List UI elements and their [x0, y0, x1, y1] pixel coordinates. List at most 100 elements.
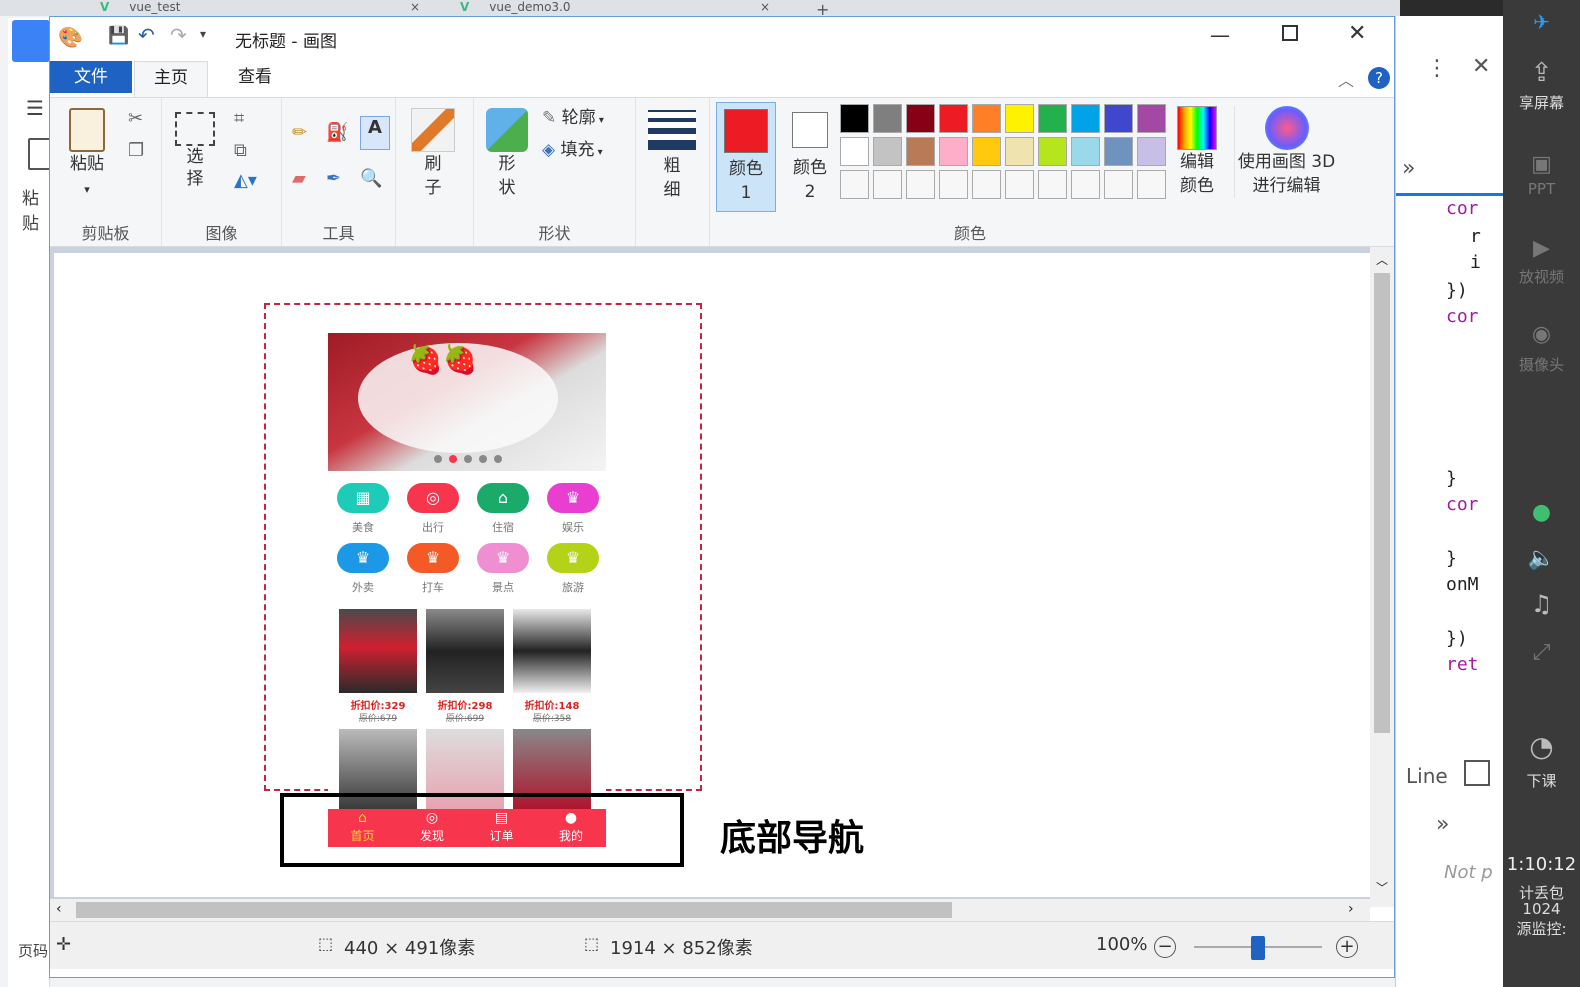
eraser-icon[interactable]: ▰ — [292, 168, 306, 189]
hamburger-icon[interactable]: ☰ — [26, 96, 44, 120]
close-tab-icon[interactable]: × — [410, 0, 420, 14]
paste-button[interactable]: 粘贴 ▾ — [62, 108, 112, 202]
category-icon[interactable]: ◎ — [407, 483, 459, 513]
edit-colors-button[interactable]: 编辑颜色 — [1172, 106, 1222, 198]
ppt-icon[interactable]: ▣ — [1503, 152, 1580, 177]
zoom-in-icon[interactable]: + — [1336, 936, 1358, 958]
palette-swatch[interactable] — [873, 104, 902, 133]
minimize-icon[interactable]: — — [1210, 23, 1230, 47]
rotate-icon[interactable]: ◭▾ — [234, 170, 257, 191]
category-icon[interactable]: ♛ — [477, 543, 529, 573]
browser-tab[interactable]: Vvue_demo3.0 × — [440, 0, 790, 16]
palette-swatch[interactable] — [906, 137, 935, 166]
palette-swatch[interactable] — [1137, 104, 1166, 133]
color2-button[interactable]: 颜色 2 — [782, 102, 838, 212]
scroll-thumb[interactable] — [76, 902, 952, 918]
group-size[interactable]: 粗细 — [636, 98, 710, 246]
product-photo[interactable] — [426, 609, 504, 693]
pencil-icon[interactable]: ✏ — [292, 122, 307, 143]
group-brushes[interactable]: 刷子 — [396, 98, 474, 246]
palette-swatch[interactable] — [1071, 170, 1100, 199]
camera-icon[interactable]: ◉ — [1503, 322, 1580, 347]
collapse-ribbon-icon[interactable]: ︿ — [1338, 67, 1354, 91]
palette-swatch[interactable] — [972, 170, 1001, 199]
palette-swatch[interactable] — [1137, 137, 1166, 166]
palette-swatch[interactable] — [873, 170, 902, 199]
outline-button[interactable]: ✎ 轮廓 ▾ — [542, 106, 632, 133]
palette-swatch[interactable] — [1104, 104, 1133, 133]
fullscreen-icon[interactable]: ⤢ — [1503, 640, 1580, 665]
brushes-button[interactable]: 刷子 — [408, 108, 458, 200]
palette-swatch[interactable] — [1038, 170, 1067, 199]
zoom-out-icon[interactable]: − — [1154, 936, 1176, 958]
palette-swatch[interactable] — [939, 137, 968, 166]
palette-swatch[interactable] — [1104, 170, 1133, 199]
text-tool-icon[interactable]: A — [360, 116, 390, 150]
palette-swatch[interactable] — [1137, 170, 1166, 199]
category-icon[interactable]: ⌂ — [477, 483, 529, 513]
palette-swatch[interactable] — [873, 137, 902, 166]
palette-swatch[interactable] — [1005, 170, 1034, 199]
palette-swatch[interactable] — [906, 170, 935, 199]
leave-class-icon[interactable]: ◔ — [1503, 730, 1580, 763]
scroll-left-icon[interactable]: ‹ — [56, 901, 62, 917]
product-photo[interactable] — [513, 609, 591, 693]
tab-file[interactable]: 文件 — [50, 61, 132, 93]
palette-swatch[interactable] — [840, 170, 869, 199]
help-icon[interactable]: ? — [1368, 67, 1390, 89]
select-button[interactable]: 选择 — [170, 112, 220, 190]
category-icon[interactable]: ♛ — [337, 543, 389, 573]
palette-swatch[interactable] — [840, 137, 869, 166]
crop-icon[interactable]: ⌗ — [234, 108, 244, 129]
close-icon[interactable]: ✕ — [1348, 21, 1366, 46]
palette-swatch[interactable] — [939, 170, 968, 199]
magnifier-icon[interactable]: 🔍 — [360, 168, 382, 189]
scroll-right-icon[interactable]: › — [1348, 901, 1354, 917]
palette-swatch[interactable] — [1005, 104, 1034, 133]
new-tab-icon[interactable]: + — [816, 0, 846, 16]
palette-swatch[interactable] — [1071, 137, 1100, 166]
product-photo[interactable] — [339, 609, 417, 693]
category-icon[interactable]: ♛ — [407, 543, 459, 573]
maximize-icon[interactable] — [1282, 25, 1298, 41]
palette-swatch[interactable] — [906, 104, 935, 133]
palette-swatch[interactable] — [972, 137, 1001, 166]
category-icon[interactable]: ♛ — [547, 483, 599, 513]
more-tabs-icon[interactable]: » — [1396, 156, 1505, 196]
undo-icon[interactable]: ↶ — [138, 23, 155, 47]
dropdown-icon[interactable] — [1464, 760, 1490, 786]
palette-swatch[interactable] — [840, 104, 869, 133]
category-icon[interactable]: ♛ — [547, 543, 599, 573]
speaker-icon[interactable]: 🔈 — [1503, 546, 1580, 571]
palette-swatch[interactable] — [1038, 137, 1067, 166]
palette-swatch[interactable] — [1104, 137, 1133, 166]
microphone-icon[interactable]: ● — [1503, 500, 1580, 525]
vertical-scrollbar[interactable]: ︿ ﹀ — [1370, 247, 1394, 907]
scroll-up-icon[interactable]: ︿ — [1376, 251, 1388, 268]
cut-icon[interactable]: ✂ — [128, 108, 143, 129]
pin-icon[interactable]: ✈ — [1503, 10, 1580, 34]
horizontal-scrollbar[interactable]: ‹ › — [50, 899, 1370, 921]
more-tabs-icon[interactable]: » — [1436, 812, 1449, 837]
size-button[interactable]: 粗细 — [646, 110, 698, 202]
music-icon[interactable]: ♫ — [1503, 590, 1580, 618]
drawing-canvas[interactable]: 🍓🍓 ▦ 美食 ◎ 出行 ⌂ 住宿 ♛ 娱乐 ♛ 外卖 ♛ 打车 ♛ 景点 ♛ 旅游 折扣价:329 原价:67… — [54, 253, 1370, 897]
scroll-down-icon[interactable]: ﹀ — [1376, 879, 1388, 896]
zoom-slider-thumb[interactable] — [1251, 936, 1265, 960]
copy-icon[interactable]: ❐ — [128, 140, 144, 161]
palette-swatch[interactable] — [1038, 104, 1067, 133]
palette-swatch[interactable] — [972, 104, 1001, 133]
share-screen-icon[interactable]: ⇪ — [1503, 58, 1580, 88]
fill-bucket-icon[interactable]: ⛽ — [326, 122, 348, 143]
save-icon[interactable]: 💾 — [108, 26, 129, 46]
customize-qat-icon[interactable]: ▾ — [200, 27, 206, 41]
redo-icon[interactable]: ↷ — [170, 23, 187, 47]
category-icon[interactable]: ▦ — [337, 483, 389, 513]
close-icon[interactable]: ✕ — [1472, 54, 1490, 79]
palette-swatch[interactable] — [939, 104, 968, 133]
browser-tab[interactable]: Vvue_test × — [80, 0, 440, 16]
color-picker-icon[interactable]: ✒ — [326, 168, 341, 189]
shapes-button[interactable]: 形状 — [484, 108, 530, 200]
fill-button[interactable]: ◈ 填充 ▾ — [542, 138, 632, 165]
video-icon[interactable]: ▶ — [1503, 236, 1580, 261]
